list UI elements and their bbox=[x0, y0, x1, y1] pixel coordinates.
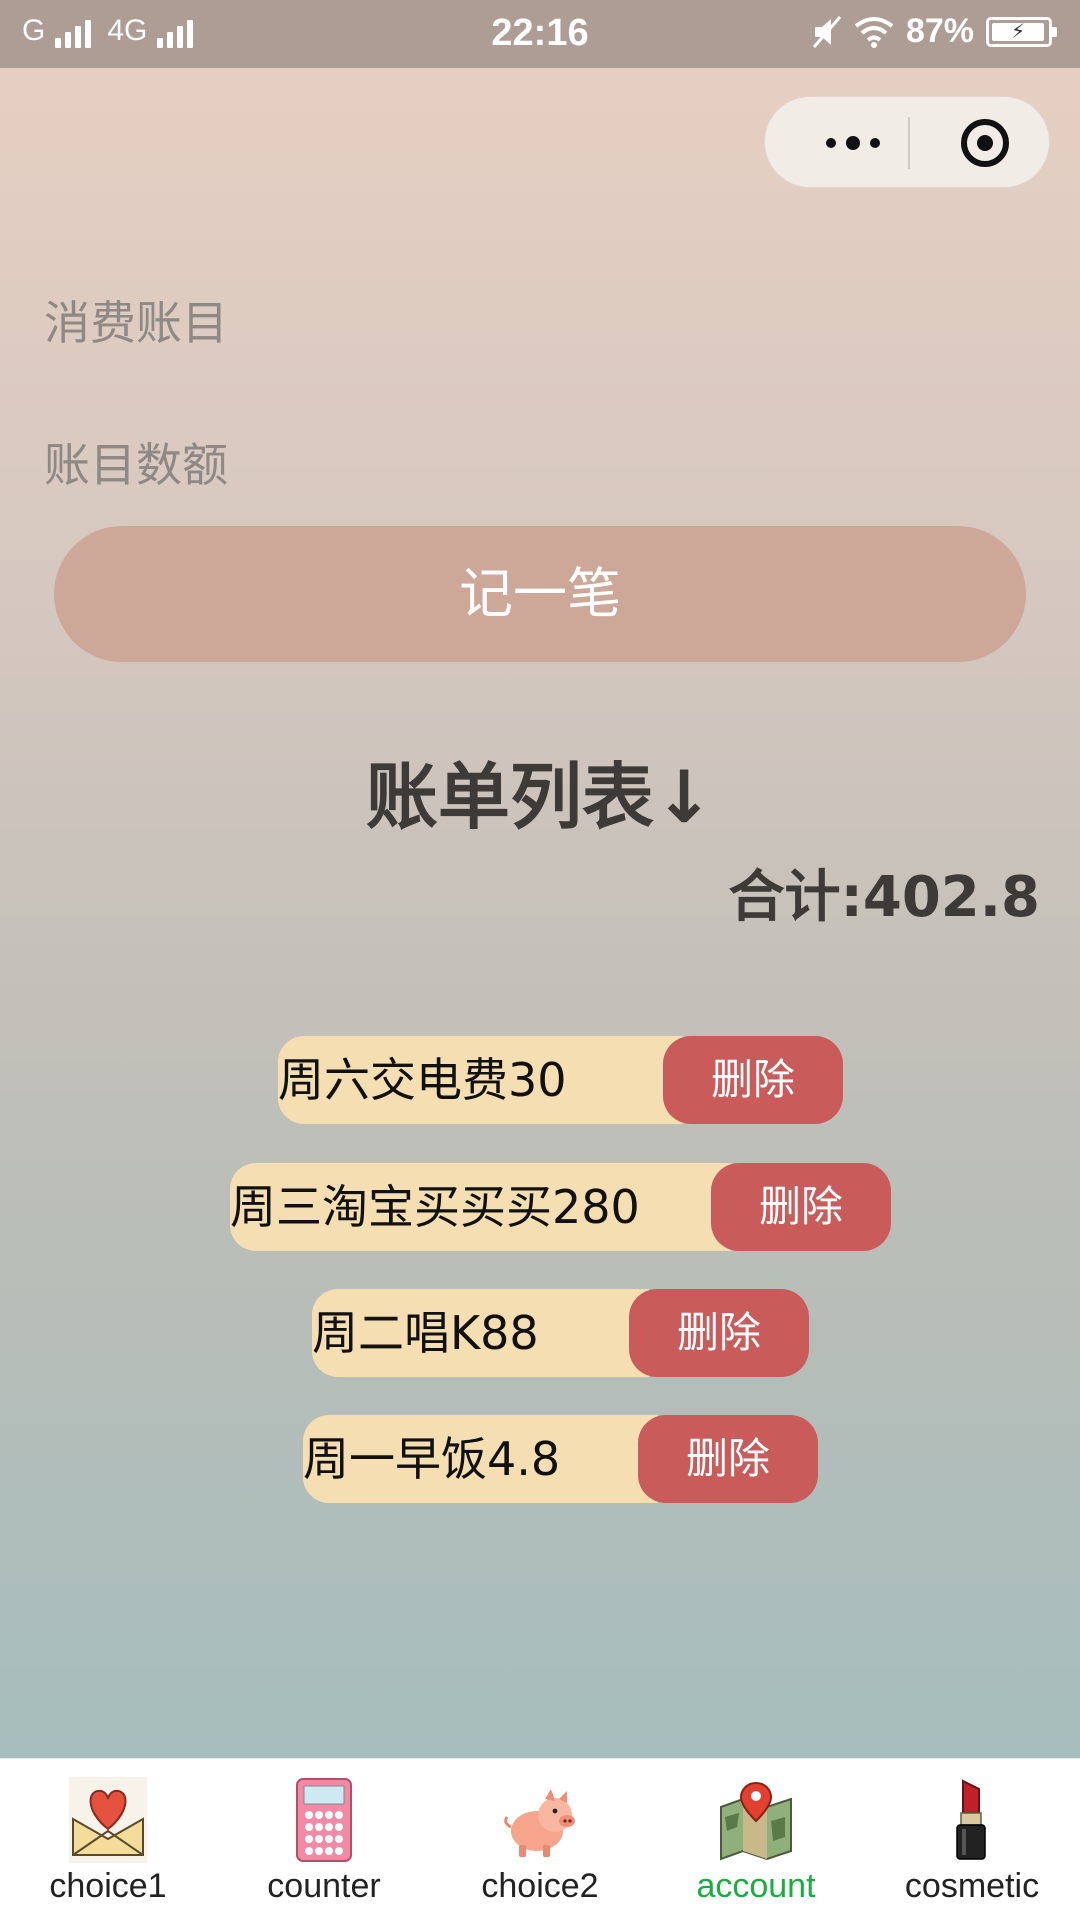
miniprogram-capsule bbox=[764, 96, 1050, 188]
list-item: 周六交电费30 删除 bbox=[278, 1036, 843, 1124]
mute-icon bbox=[812, 15, 842, 48]
tab-choice1[interactable]: choice1 bbox=[0, 1759, 216, 1921]
list-item: 周三淘宝买买买280 删除 bbox=[230, 1163, 891, 1251]
tab-label: cosmetic bbox=[904, 1867, 1040, 1905]
tab-label: account bbox=[696, 1867, 816, 1905]
list-item: 周二唱K88 删除 bbox=[312, 1289, 809, 1377]
map-icon bbox=[720, 1781, 792, 1861]
tab-account[interactable]: account bbox=[648, 1759, 864, 1921]
status-right: 87% ⚡ bbox=[812, 12, 1057, 51]
lipstick-icon bbox=[956, 1779, 986, 1860]
love-letter-icon bbox=[69, 1777, 147, 1863]
calculator-icon bbox=[296, 1778, 352, 1862]
page-content: 记一笔 账单列表↓ 合计:402.8 周六交电费30 删除 周三淘宝买买买280… bbox=[0, 68, 1080, 1758]
item-text: 周三淘宝买买买280 bbox=[230, 1180, 640, 1234]
wifi-icon bbox=[854, 16, 894, 48]
amount-input[interactable] bbox=[44, 430, 1034, 500]
tab-label: choice1 bbox=[49, 1867, 167, 1905]
tab-bar: choice1 counter choice2 account cosmetic bbox=[0, 1758, 1080, 1921]
pig-icon bbox=[504, 1789, 575, 1857]
tab-choice2[interactable]: choice2 bbox=[432, 1759, 648, 1921]
tab-cosmetic[interactable]: cosmetic bbox=[864, 1759, 1080, 1921]
delete-button[interactable]: 删除 bbox=[711, 1163, 891, 1251]
tab-label: counter bbox=[267, 1867, 381, 1905]
more-icon[interactable] bbox=[803, 121, 903, 165]
battery-icon: ⚡ bbox=[986, 16, 1057, 47]
battery-percent: 87% bbox=[905, 12, 974, 50]
tab-label: choice2 bbox=[481, 1867, 599, 1905]
delete-button[interactable]: 删除 bbox=[638, 1415, 818, 1503]
tab-counter[interactable]: counter bbox=[216, 1759, 432, 1921]
item-name-input[interactable] bbox=[44, 288, 1034, 358]
delete-button[interactable]: 删除 bbox=[663, 1036, 843, 1124]
record-button[interactable]: 记一笔 bbox=[54, 526, 1026, 662]
item-text: 周二唱K88 bbox=[312, 1306, 539, 1360]
item-text: 周六交电费30 bbox=[278, 1053, 567, 1107]
list-title: 账单列表↓ bbox=[365, 755, 715, 839]
list-item: 周一早饭4.8 删除 bbox=[303, 1415, 818, 1503]
status-bar: G 4G 22:16 87% ⚡ bbox=[0, 0, 1080, 68]
item-text: 周一早饭4.8 bbox=[303, 1432, 561, 1486]
delete-button[interactable]: 删除 bbox=[629, 1289, 809, 1377]
total-amount: 合计:402.8 bbox=[728, 865, 1040, 930]
capsule-divider bbox=[908, 117, 910, 169]
close-target-icon[interactable] bbox=[961, 119, 1009, 167]
